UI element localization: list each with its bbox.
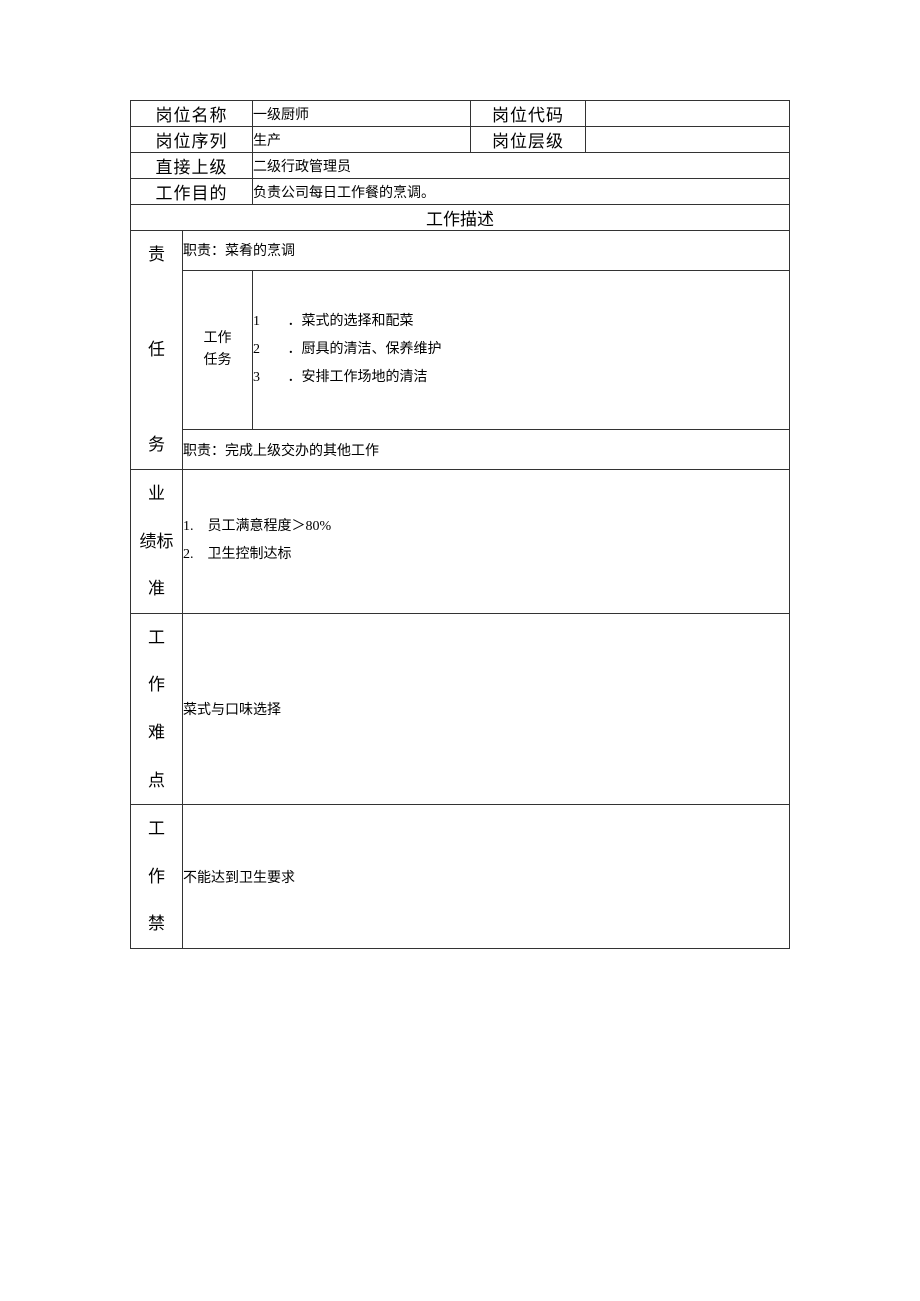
section-title: 工作描述: [131, 205, 790, 231]
position-code-value: [586, 101, 790, 127]
perf-line2-text: 卫生控制达标: [208, 547, 292, 562]
duty1-text: 职责：菜肴的烹调: [183, 231, 790, 271]
position-level-value: [586, 127, 790, 153]
task-text-1: ．菜式的选择和配菜: [288, 308, 414, 336]
perf-char1: 业: [148, 484, 165, 503]
position-name-label: 岗位名称: [131, 101, 253, 127]
perf-char2: 绩标: [140, 532, 174, 551]
row-supervisor: 直接上级 二级行政管理员: [131, 153, 790, 179]
row-section-title: 工作描述: [131, 205, 790, 231]
forbidden-value: 不能达到卫生要求: [183, 805, 790, 949]
performance-content: 1. 员工满意程度＞80% 2. 卫生控制达标: [183, 469, 790, 613]
row-difficulty: 工 作 难 点 菜式与口味选择: [131, 613, 790, 804]
row-position-name: 岗位名称 一级厨师 岗位代码: [131, 101, 790, 127]
row-duty1: 责 任 务 职责：菜肴的烹调: [131, 231, 790, 271]
difficulty-value: 菜式与口味选择: [183, 613, 790, 804]
position-series-value: 生产: [253, 127, 471, 153]
diff-char4: 点: [148, 771, 165, 790]
task-num-3: 3: [253, 364, 263, 392]
resp-char1: 责: [148, 245, 165, 264]
purpose-value: 负责公司每日工作餐的烹调。: [253, 179, 790, 205]
perf-line1-num: 1.: [183, 519, 194, 534]
perf-char3: 准: [148, 579, 165, 598]
forb-char3: 禁: [148, 914, 165, 933]
task-label: 工作 任务: [183, 270, 253, 430]
row-tasks: 工作 任务 1 ．菜式的选择和配菜 2 ．厨具的清洁、保养维护 3 ．安排工作场…: [131, 270, 790, 430]
task-text-2: ．厨具的清洁、保养维护: [288, 336, 442, 364]
diff-char1: 工: [148, 628, 165, 647]
forb-char1: 工: [148, 819, 165, 838]
perf-line1-text: 员工满意程度＞80%: [208, 519, 332, 534]
position-code-label: 岗位代码: [471, 101, 586, 127]
task-label-line1: 工作: [204, 331, 232, 346]
forb-char2: 作: [148, 867, 165, 886]
diff-char3: 难: [148, 723, 165, 742]
purpose-label: 工作目的: [131, 179, 253, 205]
row-performance: 业 绩标 准 1. 员工满意程度＞80% 2. 卫生控制达标: [131, 469, 790, 613]
row-position-series: 岗位序列 生产 岗位层级: [131, 127, 790, 153]
resp-char2: 任: [148, 340, 165, 359]
diff-char2: 作: [148, 675, 165, 694]
task-num-2: 2: [253, 336, 263, 364]
row-forbidden: 工 作 禁 不能达到卫生要求: [131, 805, 790, 949]
resp-char3: 务: [148, 435, 165, 454]
position-series-label: 岗位序列: [131, 127, 253, 153]
task-text-3: ．安排工作场地的清洁: [288, 364, 428, 392]
job-description-table: 岗位名称 一级厨师 岗位代码 岗位序列 生产 岗位层级 直接上级 二级行政管理员…: [130, 100, 790, 949]
task-num-1: 1: [253, 308, 263, 336]
duty2-text: 职责：完成上级交办的其他工作: [183, 430, 790, 470]
row-purpose: 工作目的 负责公司每日工作餐的烹调。: [131, 179, 790, 205]
forbidden-label: 工 作 禁: [131, 805, 183, 949]
position-name-value: 一级厨师: [253, 101, 471, 127]
position-level-label: 岗位层级: [471, 127, 586, 153]
row-duty2: 职责：完成上级交办的其他工作: [131, 430, 790, 470]
perf-line2-num: 2.: [183, 547, 194, 562]
supervisor-label: 直接上级: [131, 153, 253, 179]
responsibility-label: 责 任 务: [131, 231, 183, 470]
performance-label: 业 绩标 准: [131, 469, 183, 613]
task-label-line2: 任务: [204, 353, 232, 368]
supervisor-value: 二级行政管理员: [253, 153, 790, 179]
task-content: 1 ．菜式的选择和配菜 2 ．厨具的清洁、保养维护 3 ．安排工作场地的清洁: [253, 270, 790, 430]
difficulty-label: 工 作 难 点: [131, 613, 183, 804]
